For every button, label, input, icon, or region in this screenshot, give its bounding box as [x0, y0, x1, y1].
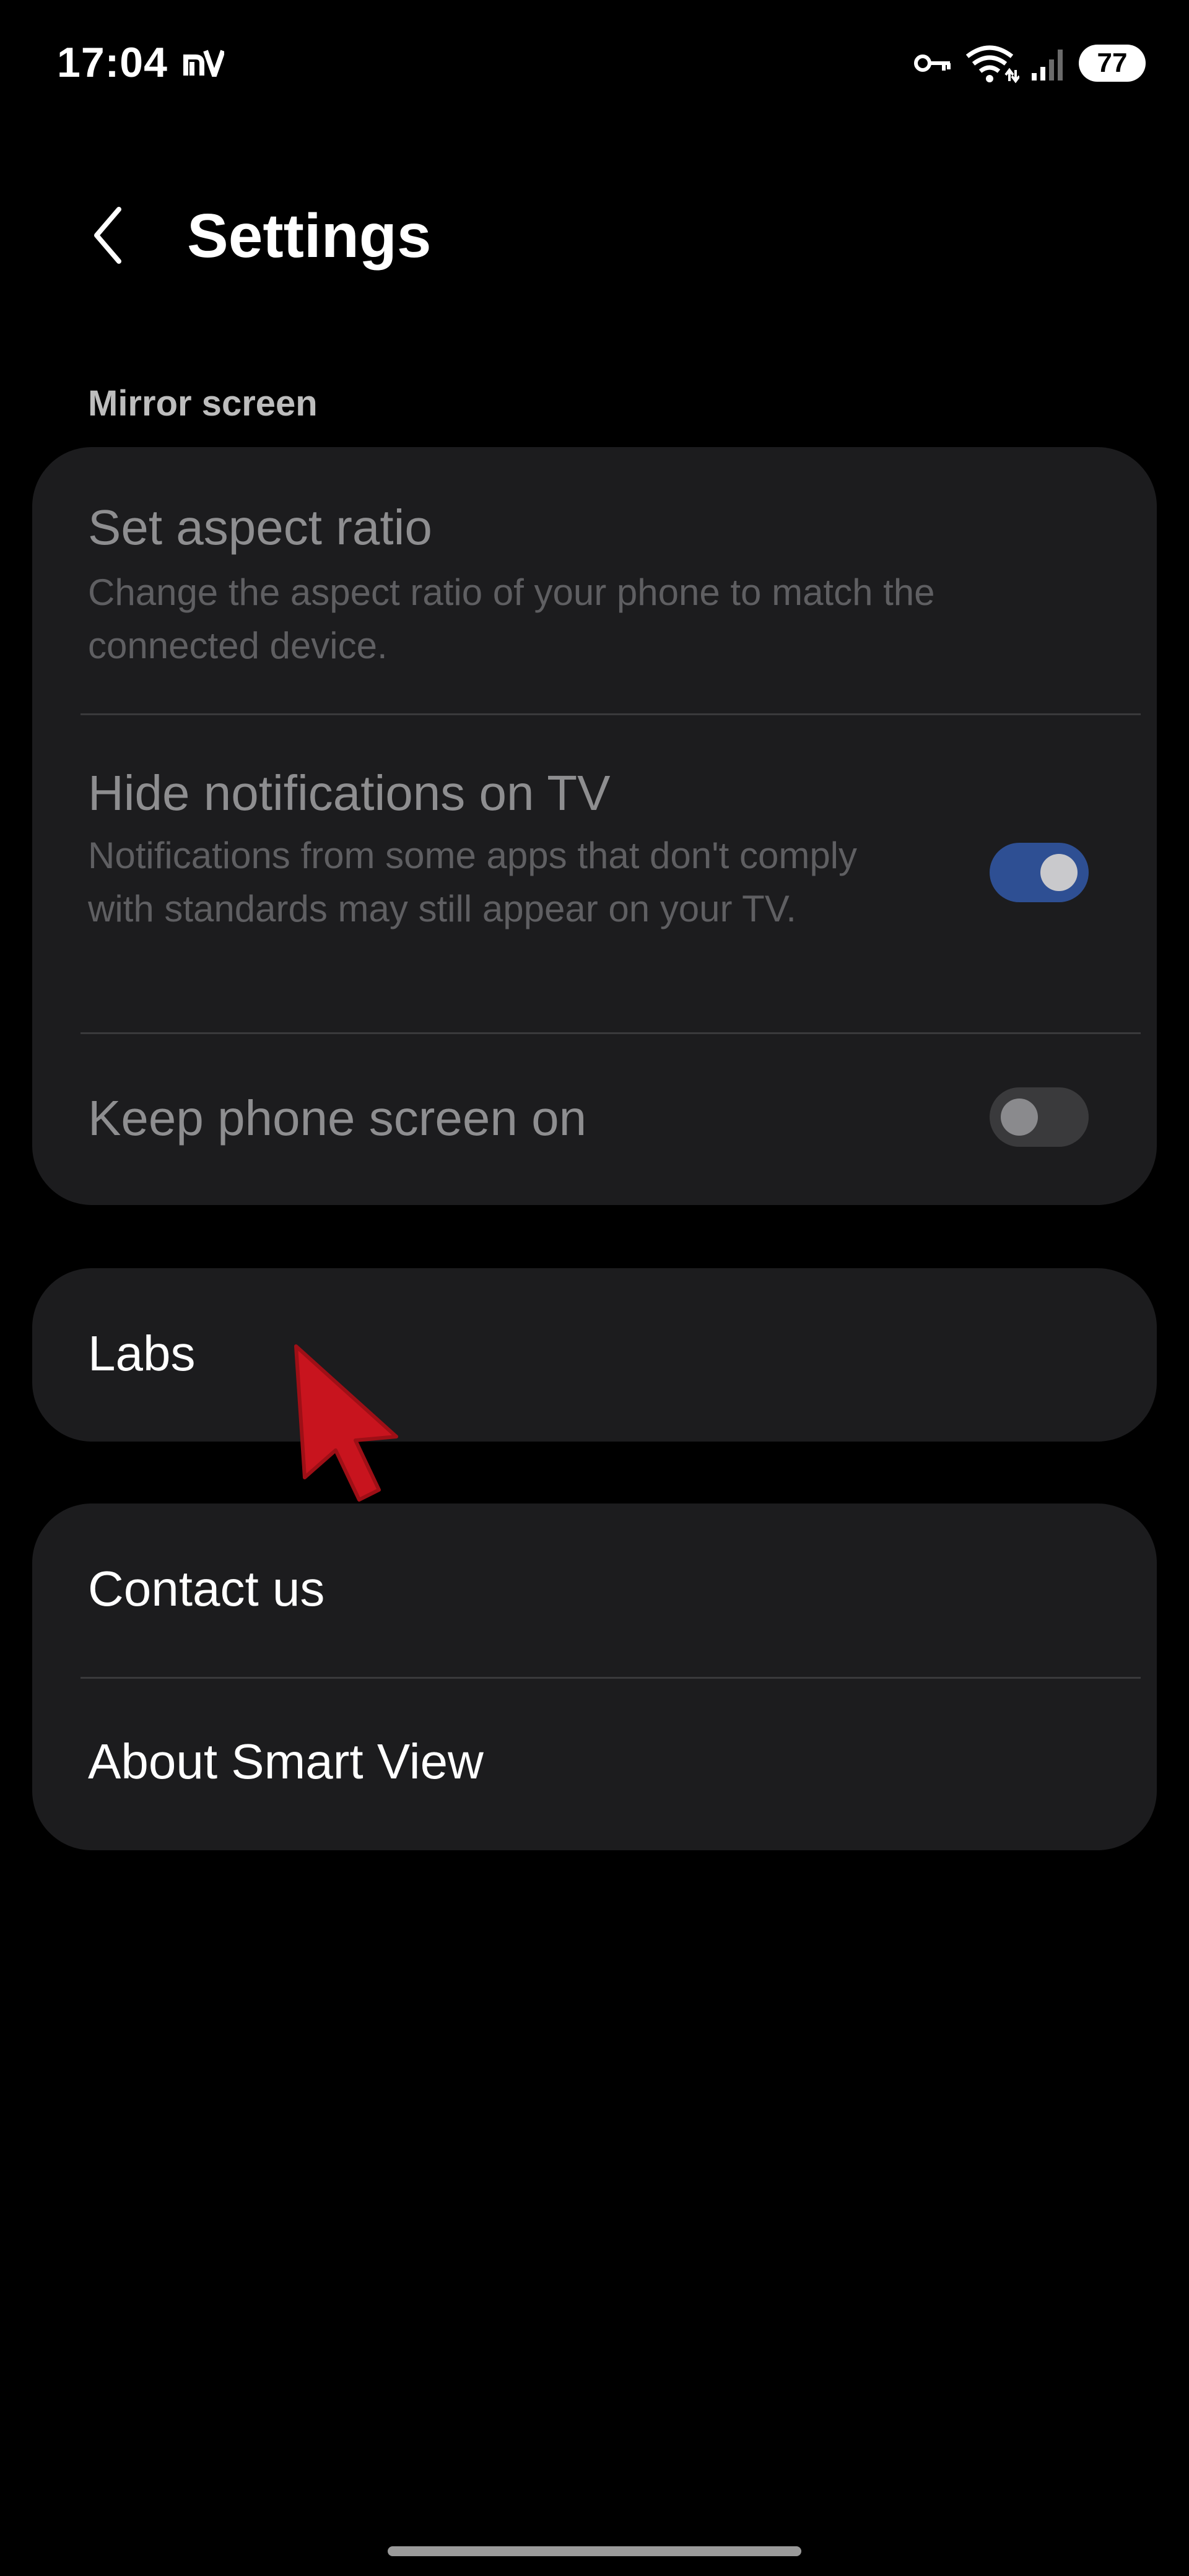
contact-us-row[interactable]: Contact us: [32, 1503, 1157, 1677]
hide-notifications-toggle[interactable]: [990, 843, 1089, 902]
wifi-icon: [965, 45, 1019, 84]
about-card: Contact us About Smart View: [32, 1503, 1157, 1850]
set-aspect-ratio-title: Set aspect ratio: [88, 500, 432, 555]
hide-notifications-title: Hide notifications on TV: [88, 765, 611, 820]
mirror-screen-card: Set aspect ratio Change the aspect ratio…: [32, 447, 1157, 1205]
about-smart-view-row[interactable]: About Smart View: [32, 1679, 1157, 1850]
page-title: Settings: [187, 201, 432, 271]
vpn-key-icon: [914, 54, 951, 72]
labs-title: Labs: [88, 1326, 196, 1381]
hide-notifications-row[interactable]: Hide notifications on TV Notifications f…: [32, 715, 1157, 1032]
hide-notifications-description: Notifications from some apps that don't …: [88, 835, 858, 929]
cursor-arrow-icon: [294, 1344, 398, 1502]
status-bar: 17:04 77: [0, 0, 1189, 124]
keep-screen-on-title: Keep phone screen on: [88, 1090, 587, 1146]
labs-card: Labs: [32, 1268, 1157, 1442]
carrier-icon: [183, 50, 224, 77]
battery-icon: 77: [1079, 45, 1146, 82]
home-indicator[interactable]: [388, 2546, 801, 2556]
chevron-left-icon: [94, 207, 121, 264]
labs-row[interactable]: Labs: [32, 1268, 1157, 1442]
back-button[interactable]: [78, 196, 137, 275]
toggle-knob: [1040, 854, 1078, 891]
contact-us-title: Contact us: [88, 1561, 325, 1616]
status-time: 17:04: [57, 39, 168, 86]
signal-icon: [1032, 50, 1063, 80]
keep-screen-on-row[interactable]: Keep phone screen on: [32, 1034, 1157, 1205]
about-smart-view-title: About Smart View: [88, 1734, 484, 1789]
section-header-mirror-screen: Mirror screen: [88, 383, 318, 424]
toggle-knob: [1001, 1099, 1038, 1136]
keep-screen-on-toggle[interactable]: [990, 1087, 1089, 1147]
set-aspect-ratio-row[interactable]: Set aspect ratio Change the aspect ratio…: [32, 447, 1157, 713]
set-aspect-ratio-description: Change the aspect ratio of your phone to…: [88, 572, 935, 666]
status-icons: 77: [913, 38, 1146, 88]
